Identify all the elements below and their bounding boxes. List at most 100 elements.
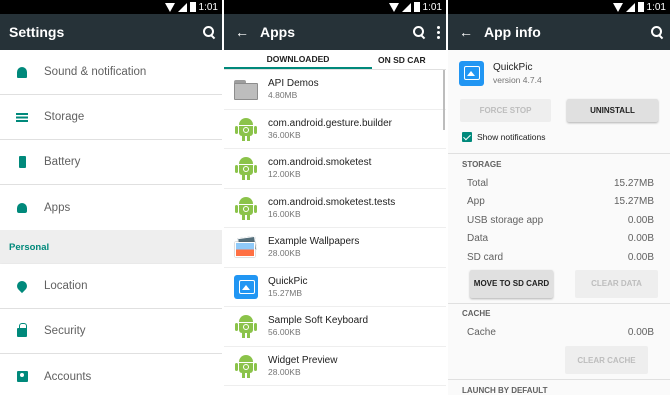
settings-item-label: Battery <box>44 156 81 168</box>
apps-app-bar: ← Apps <box>224 14 446 50</box>
storage-row-data: Data 0.00B <box>448 230 670 249</box>
show-notifications-row[interactable]: Show notifications <box>448 126 670 148</box>
settings-item-label: Security <box>44 325 86 337</box>
tab-downloaded[interactable]: DOWNLOADED <box>224 50 372 69</box>
storage-label: USB storage app <box>467 214 544 226</box>
back-arrow-icon[interactable]: ← <box>448 24 484 40</box>
app-version: version 4.7.4 <box>493 74 542 85</box>
status-bar: 1:01 <box>448 0 670 14</box>
show-notifications-label: Show notifications <box>477 132 546 142</box>
wifi-icon <box>612 2 623 12</box>
folder-icon <box>234 78 258 101</box>
apps-screen: 1:01 ← Apps DOWNLOADED ON SD CAR API Dem… <box>224 0 446 395</box>
cache-header: CACHE <box>462 309 491 318</box>
settings-item-label: Accounts <box>44 370 92 383</box>
uninstall-button[interactable]: UNINSTALL <box>567 99 658 122</box>
android-icon <box>235 353 257 379</box>
settings-item-sound[interactable]: Sound & notification <box>0 50 222 95</box>
list-item[interactable]: com.android.gesture.builder 36.00KB <box>224 110 446 149</box>
status-time: 1:01 <box>422 1 442 13</box>
storage-row-app: App 15.27MB <box>448 193 670 212</box>
settings-item-label: Sound & notification <box>44 66 147 78</box>
android-icon <box>235 155 257 181</box>
show-notifications-checkbox[interactable] <box>462 132 472 142</box>
status-bar: 1:01 <box>224 0 446 14</box>
settings-item-apps[interactable]: Apps <box>0 185 222 230</box>
tab-on-sd-card[interactable]: ON SD CAR <box>372 50 426 69</box>
android-icon <box>235 116 257 142</box>
settings-item-location[interactable]: Location <box>0 264 222 309</box>
search-icon[interactable] <box>412 25 426 39</box>
battery-icon <box>18 156 26 168</box>
signal-icon <box>625 2 635 12</box>
storage-value: 15.27MB <box>613 177 654 189</box>
storage-label: App <box>467 196 485 208</box>
settings-item-storage[interactable]: Storage <box>0 95 222 140</box>
list-item[interactable]: Sample Soft Keyboard 56.00KB <box>224 307 446 347</box>
settings-app-bar: Settings <box>0 14 222 50</box>
scrollbar[interactable] <box>443 70 445 130</box>
app-size: 15.27MB <box>268 287 303 298</box>
android-icon <box>235 195 257 221</box>
battery-status-icon <box>189 2 196 12</box>
signal-icon <box>401 2 411 12</box>
list-item[interactable]: com.android.smoketest 12.00KB <box>224 149 446 189</box>
app-name: com.android.smoketest <box>268 157 372 169</box>
section-header-personal: Personal <box>0 230 222 264</box>
settings-screen: 1:01 Settings Sound & notification Stora… <box>0 0 222 395</box>
app-size: 16.00KB <box>268 208 301 219</box>
app-size: 12.00KB <box>268 169 301 180</box>
storage-header: STORAGE <box>462 159 502 169</box>
storage-label: SD card <box>467 251 504 263</box>
storage-icon <box>16 112 28 122</box>
list-item[interactable]: API Demos 4.80MB <box>224 70 446 110</box>
storage-row-usb: USB storage app 0.00B <box>448 211 670 230</box>
cache-row: Cache 0.00B <box>448 324 670 343</box>
location-icon <box>14 278 30 294</box>
app-name: Sample Soft Keyboard <box>268 315 369 327</box>
app-size: 36.00KB <box>268 129 301 140</box>
storage-value: 0.00B <box>627 233 654 245</box>
clear-data-button[interactable]: CLEAR DATA <box>575 269 658 298</box>
back-arrow-icon[interactable]: ← <box>224 24 260 40</box>
app-name: Widget Preview <box>268 354 338 366</box>
settings-item-battery[interactable]: Battery <box>0 140 222 185</box>
app-name: com.android.gesture.builder <box>268 117 392 129</box>
settings-item-security[interactable]: Security <box>0 309 222 354</box>
personal-settings-card: Location Security Accounts <box>0 264 222 395</box>
quickpic-icon <box>459 60 484 86</box>
list-item[interactable]: QuickPic 15.27MB <box>224 268 446 307</box>
storage-row-sd: SD card 0.00B <box>448 248 670 267</box>
page-title: Apps <box>260 24 295 40</box>
list-item[interactable]: Example Wallpapers 28.00KB <box>224 228 446 268</box>
move-to-sd-card-button[interactable]: MOVE TO SD CARD <box>470 269 553 298</box>
settings-item-accounts[interactable]: Accounts <box>0 354 222 395</box>
settings-item-label: Apps <box>44 201 71 214</box>
launch-by-default-header: LAUNCH BY DEFAULT <box>462 385 548 395</box>
app-name: QuickPic <box>268 275 308 287</box>
status-time: 1:01 <box>198 1 218 13</box>
apps-list: API Demos 4.80MB com.android.gesture.buil… <box>224 70 446 386</box>
app-size: 28.00KB <box>268 366 301 377</box>
storage-action-buttons: MOVE TO SD CARD CLEAR DATA <box>448 269 670 298</box>
page-title: Settings <box>9 24 65 40</box>
cache-value: 0.00B <box>627 327 654 339</box>
list-item[interactable]: com.android.smoketest.tests 16.00KB <box>224 189 446 228</box>
battery-status-icon <box>413 2 420 12</box>
search-icon[interactable] <box>202 25 216 39</box>
page-title: App info <box>484 24 541 40</box>
android-icon <box>17 202 27 213</box>
wifi-icon <box>388 2 399 12</box>
lock-icon <box>17 323 27 337</box>
android-icon <box>235 313 257 339</box>
list-item[interactable]: Widget Preview 28.00KB <box>224 347 446 386</box>
storage-value: 0.00B <box>627 251 654 263</box>
more-options-icon[interactable] <box>436 25 440 39</box>
storage-label: Data <box>467 233 489 245</box>
force-stop-button[interactable]: FORCE STOP <box>460 99 551 122</box>
wallpaper-icon <box>234 236 258 258</box>
device-settings-card: Sound & notification Storage Battery App… <box>0 50 222 230</box>
search-icon[interactable] <box>650 25 664 39</box>
clear-cache-button[interactable]: CLEAR CACHE <box>565 346 648 374</box>
app-action-buttons: FORCE STOP UNINSTALL <box>448 99 670 122</box>
